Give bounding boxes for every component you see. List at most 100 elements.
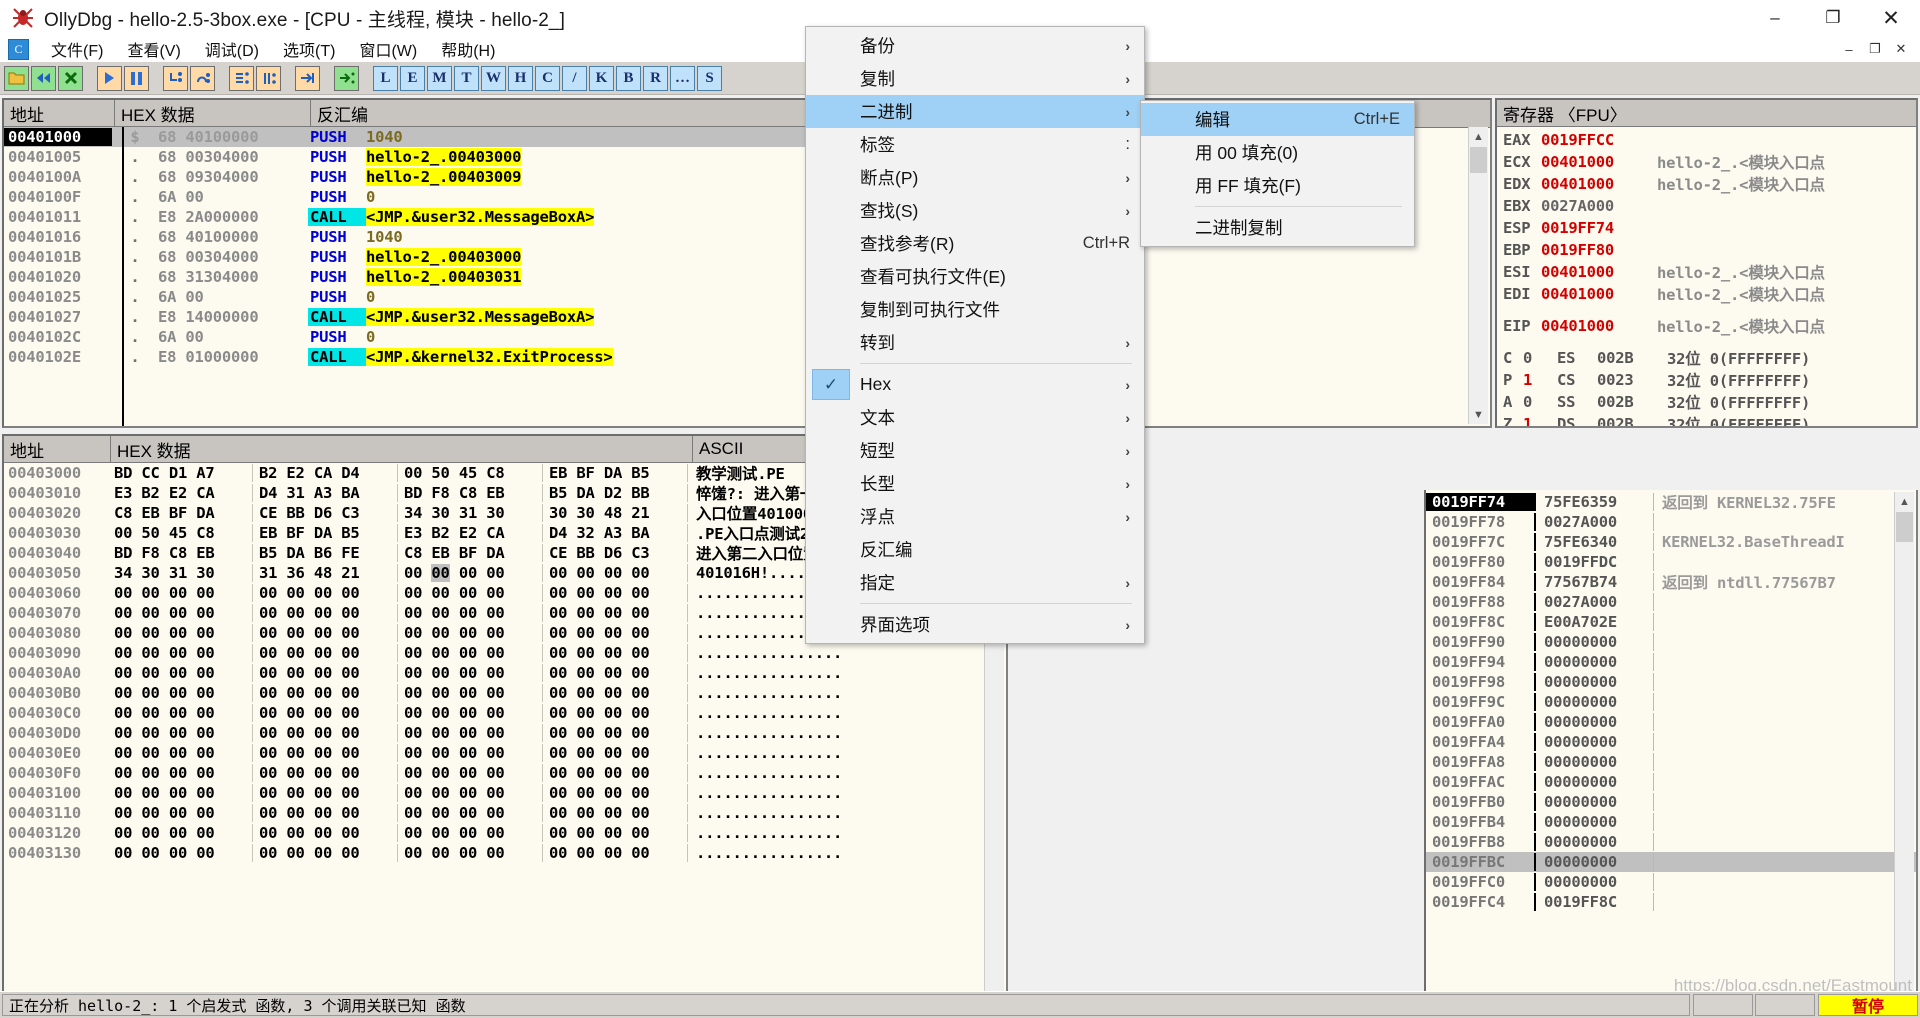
dump-byte-group[interactable]: 00 00 00 00 xyxy=(253,844,398,862)
dump-byte[interactable]: 00 xyxy=(486,624,504,642)
dump-byte[interactable]: 00 xyxy=(549,724,567,742)
dump-byte[interactable]: 00 xyxy=(114,784,132,802)
dump-byte[interactable]: 00 xyxy=(286,644,304,662)
dump-byte[interactable]: 00 xyxy=(286,624,304,642)
dump-byte-group[interactable]: 00 00 00 00 xyxy=(253,604,398,622)
dump-byte[interactable]: 34 xyxy=(404,504,422,522)
dump-byte[interactable]: EB xyxy=(141,504,159,522)
dump-byte[interactable]: 00 xyxy=(631,664,649,682)
dump-byte[interactable]: 00 xyxy=(314,584,332,602)
dump-byte[interactable]: 00 xyxy=(114,844,132,862)
dump-byte[interactable]: 00 xyxy=(286,704,304,722)
dump-byte[interactable]: EB xyxy=(431,544,449,562)
dump-byte[interactable]: 00 xyxy=(259,744,277,762)
context-menu-item[interactable]: 查看可执行文件(E) xyxy=(806,260,1144,293)
dump-byte[interactable]: BD xyxy=(114,544,132,562)
dump-byte-group[interactable]: 00 00 00 00 xyxy=(543,604,688,622)
dump-byte[interactable]: C3 xyxy=(631,544,649,562)
dump-byte[interactable]: 00 xyxy=(169,604,187,622)
dump-byte[interactable]: 00 xyxy=(169,644,187,662)
disassembly-row[interactable]: 0040102C . 6A 00 PUSH 0 xyxy=(4,327,820,347)
dump-byte[interactable]: C8 xyxy=(404,544,422,562)
dump-byte-group[interactable]: BD CC D1 A7 xyxy=(108,464,253,482)
executable-modules-button[interactable]: E xyxy=(400,65,425,91)
menu-options[interactable]: 选项(T) xyxy=(271,36,347,62)
goto-button[interactable] xyxy=(334,65,359,91)
context-menu-item[interactable]: 备份 › xyxy=(806,29,1144,62)
stack-row[interactable]: 0019FFB8 00000000 xyxy=(1426,832,1916,852)
dump-byte[interactable]: 00 xyxy=(604,724,622,742)
dump-byte[interactable]: 00 xyxy=(486,604,504,622)
registers-rows[interactable]: EAX 0019FFCC ECX 00401000 hello-2_.<模块入口… xyxy=(1497,127,1916,426)
dump-byte[interactable]: 00 xyxy=(431,644,449,662)
dump-byte[interactable]: 00 xyxy=(631,724,649,742)
open-file-button[interactable] xyxy=(4,65,29,91)
dump-byte[interactable]: 00 xyxy=(604,624,622,642)
references-button[interactable]: R xyxy=(643,65,668,91)
context-menu-item[interactable]: 断点(P) › xyxy=(806,161,1144,194)
dump-byte[interactable]: 00 xyxy=(341,764,359,782)
dump-byte-group[interactable]: 30 30 48 21 xyxy=(543,504,688,522)
windows-button[interactable]: W xyxy=(481,65,506,91)
dump-byte[interactable]: 00 xyxy=(314,844,332,862)
dump-byte[interactable]: 00 xyxy=(341,784,359,802)
dump-byte-group[interactable]: 00 00 00 00 xyxy=(253,784,398,802)
context-menu-item[interactable]: ✓ Hex › xyxy=(806,368,1144,401)
hexdump-row[interactable]: 004030B0 00 00 00 00 00 00 00 00 00 00 00 … xyxy=(4,683,1006,703)
dump-byte[interactable]: 00 xyxy=(404,644,422,662)
dump-byte-group[interactable]: 00 00 00 00 xyxy=(398,644,543,662)
dump-byte-group[interactable]: 00 00 00 00 xyxy=(108,624,253,642)
dump-byte[interactable]: 00 xyxy=(576,704,594,722)
dump-byte[interactable]: 00 xyxy=(114,604,132,622)
dump-byte[interactable]: 48 xyxy=(314,564,332,582)
disassembly-row[interactable]: 0040102E . E8 01000000 CALL <JMP.&kernel… xyxy=(4,347,820,367)
dump-byte[interactable]: 00 xyxy=(486,744,504,762)
dump-byte-group[interactable]: 00 00 00 00 xyxy=(398,724,543,742)
dump-byte-group[interactable]: 00 00 00 00 xyxy=(108,784,253,802)
dump-byte[interactable]: 00 xyxy=(404,804,422,822)
dump-byte-group[interactable]: 31 36 48 21 xyxy=(253,564,398,582)
dump-byte[interactable]: 30 xyxy=(196,564,214,582)
stack-row[interactable]: 0019FFB0 00000000 xyxy=(1426,792,1916,812)
dump-byte[interactable]: 00 xyxy=(631,604,649,622)
dump-byte[interactable]: 00 xyxy=(431,664,449,682)
dump-byte[interactable]: 00 xyxy=(459,664,477,682)
dump-byte-group[interactable]: 00 00 00 00 xyxy=(543,644,688,662)
dump-byte[interactable]: 00 xyxy=(459,564,477,582)
dump-byte[interactable]: 00 xyxy=(314,604,332,622)
dump-byte[interactable]: DA xyxy=(314,524,332,542)
dump-byte[interactable]: 00 xyxy=(341,644,359,662)
dump-byte[interactable]: 00 xyxy=(341,664,359,682)
dump-byte-group[interactable]: E3 B2 E2 CA xyxy=(398,524,543,542)
menu-help[interactable]: 帮助(H) xyxy=(429,36,507,62)
dump-byte[interactable]: 00 xyxy=(314,744,332,762)
dump-byte[interactable]: 00 xyxy=(604,844,622,862)
dump-byte[interactable]: 00 xyxy=(631,644,649,662)
dump-byte[interactable]: 45 xyxy=(459,464,477,482)
threads-button[interactable]: T xyxy=(454,65,479,91)
dump-byte[interactable]: DA xyxy=(486,544,504,562)
dump-byte[interactable]: A3 xyxy=(314,484,332,502)
dump-byte-group[interactable]: 00 00 00 00 xyxy=(253,684,398,702)
dump-byte[interactable]: 00 xyxy=(141,844,159,862)
dump-byte[interactable]: 00 xyxy=(286,724,304,742)
dump-byte[interactable]: DA xyxy=(286,544,304,562)
dump-byte[interactable]: 00 xyxy=(341,844,359,862)
dump-byte-group[interactable]: 00 00 00 00 xyxy=(543,584,688,602)
dump-byte[interactable]: 00 xyxy=(141,804,159,822)
dump-byte-group[interactable]: EB BF DA B5 xyxy=(543,464,688,482)
scroll-up-icon[interactable]: ▲ xyxy=(1895,492,1914,511)
dump-byte[interactable]: 00 xyxy=(141,624,159,642)
dump-byte[interactable]: 00 xyxy=(549,684,567,702)
dump-byte[interactable]: 00 xyxy=(549,784,567,802)
dump-byte[interactable]: 00 xyxy=(576,724,594,742)
dump-byte[interactable]: F8 xyxy=(431,484,449,502)
context-menu-item[interactable]: 界面选项 › xyxy=(806,608,1144,641)
maximize-button[interactable]: ❐ xyxy=(1804,0,1862,36)
dump-byte[interactable]: 00 xyxy=(141,824,159,842)
dump-byte[interactable]: 00 xyxy=(631,684,649,702)
dump-byte-group[interactable]: 00 00 00 00 xyxy=(108,844,253,862)
dump-byte[interactable]: 00 xyxy=(486,804,504,822)
dump-byte[interactable]: 00 xyxy=(141,784,159,802)
context-submenu-item[interactable]: 二进制复制 xyxy=(1141,211,1414,244)
